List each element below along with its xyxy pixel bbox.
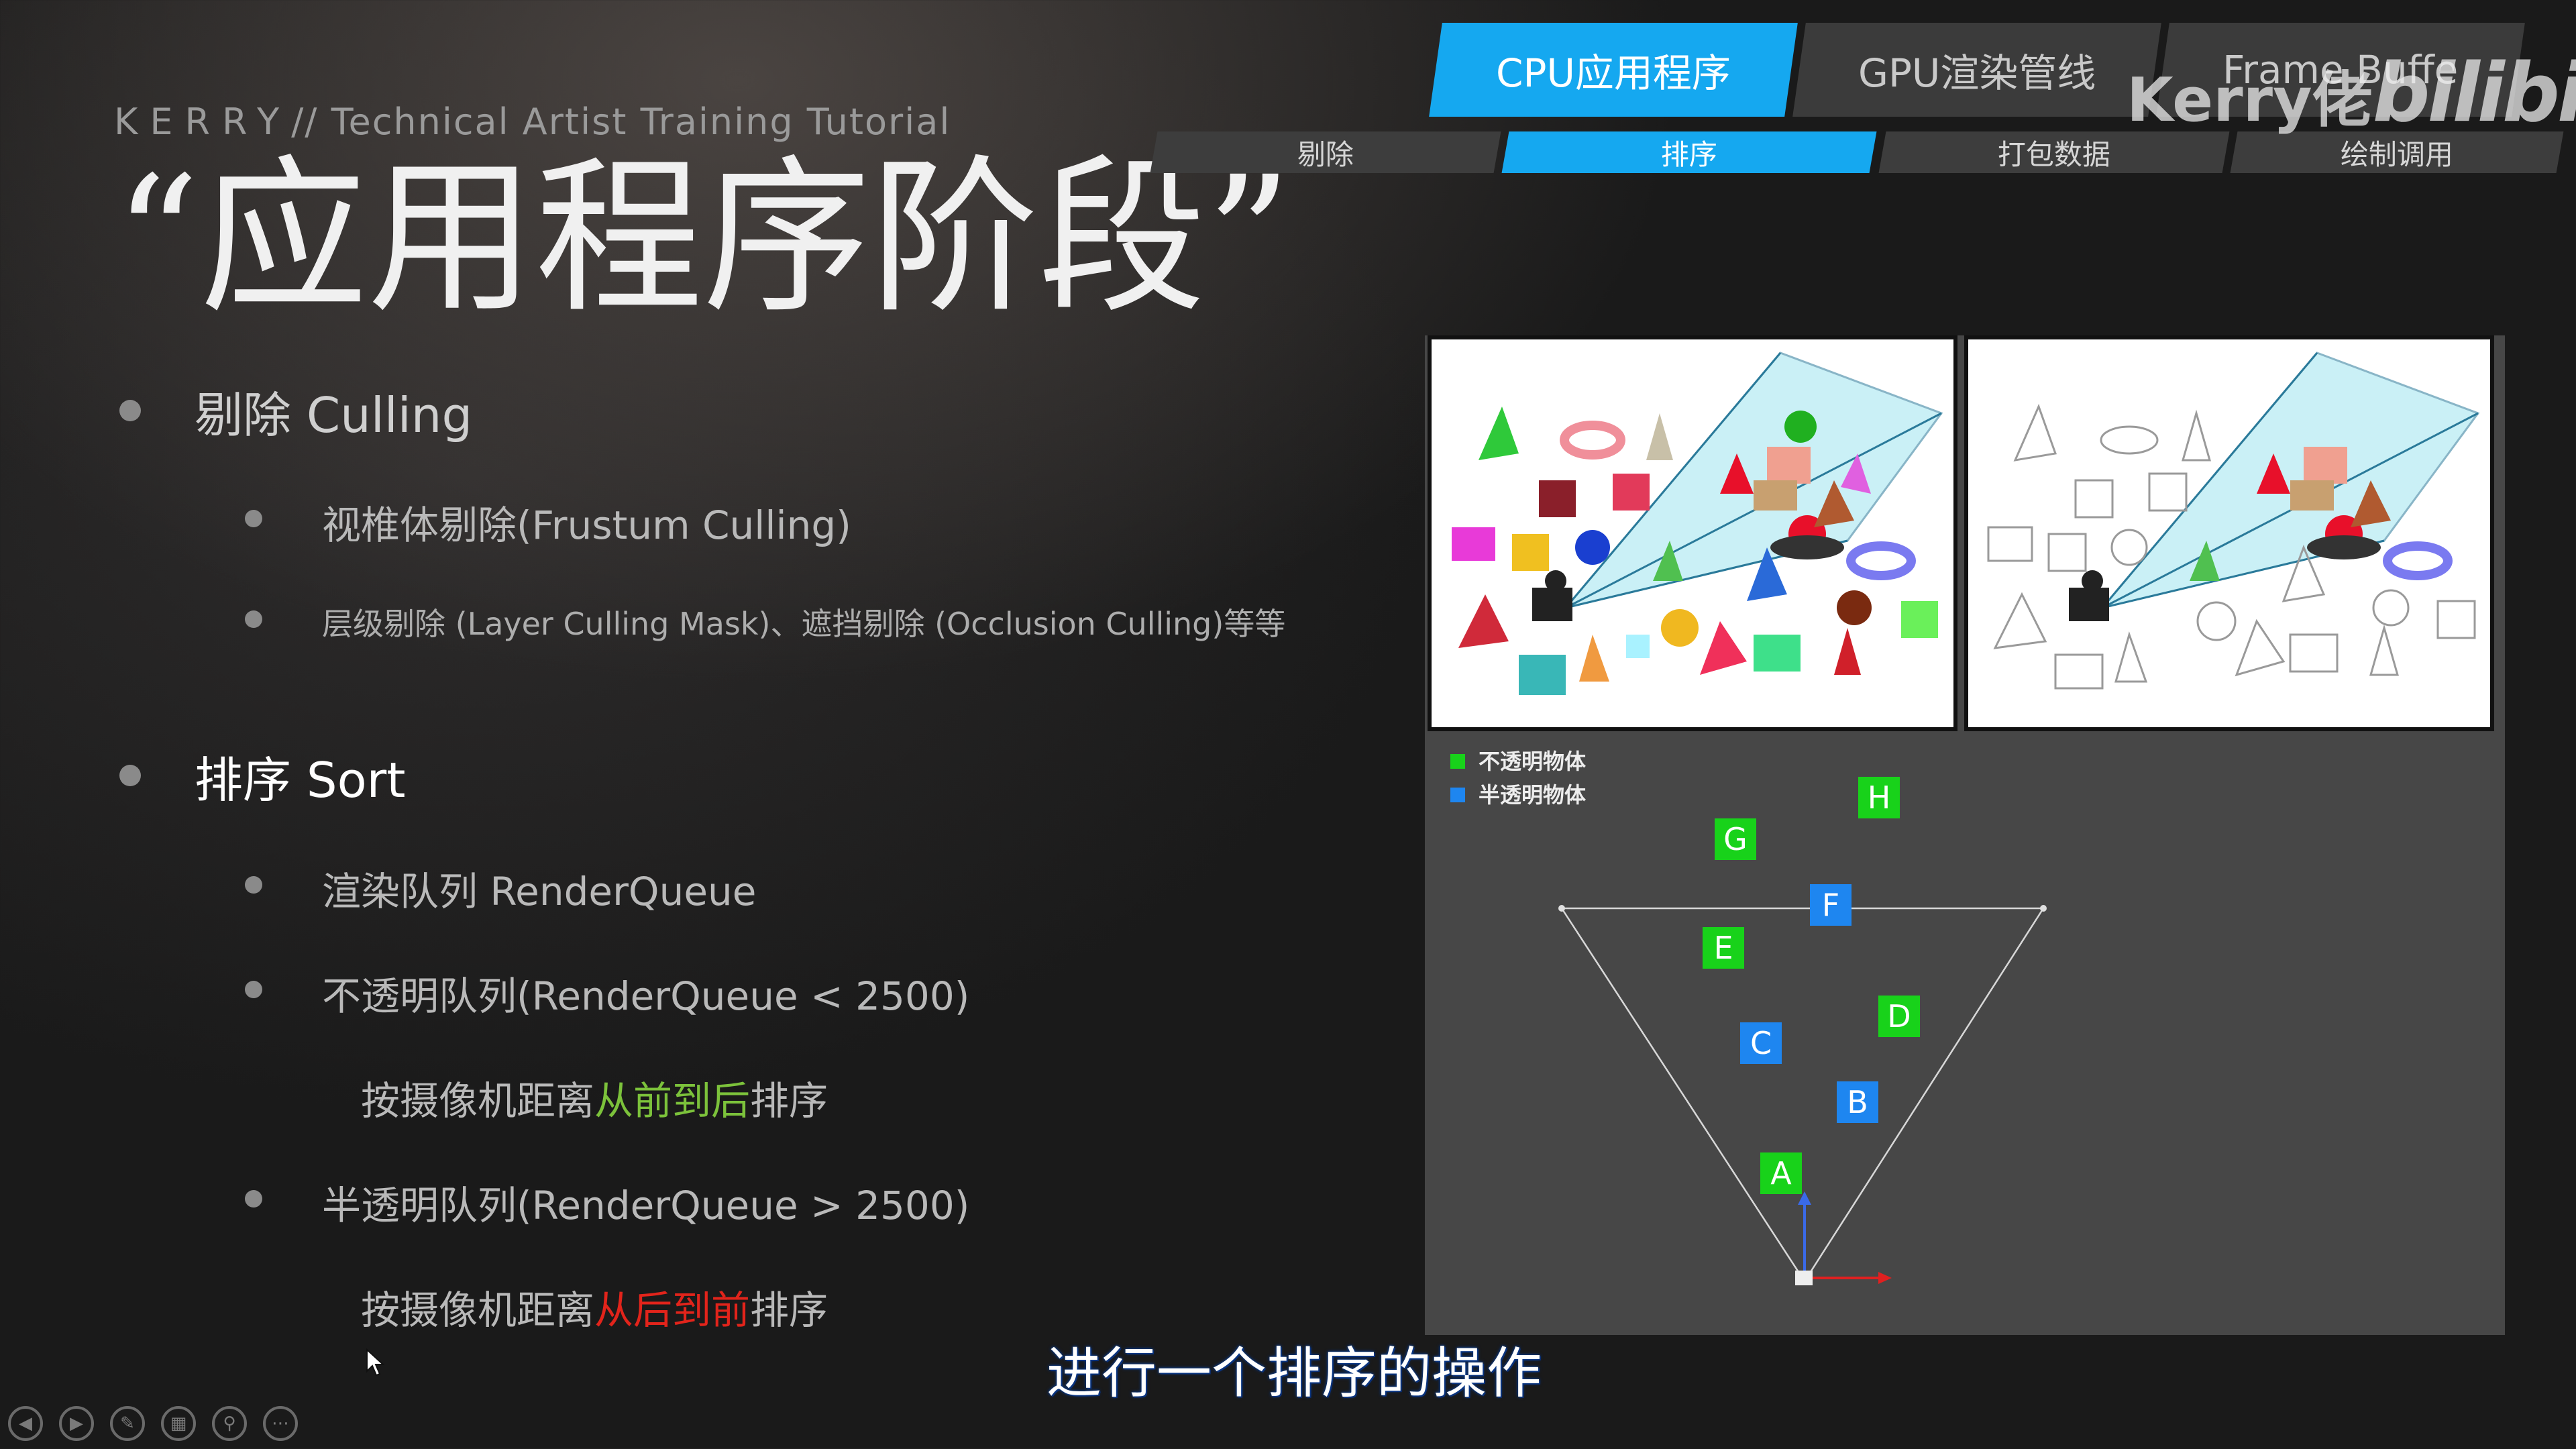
object-h-opaque: H bbox=[1858, 777, 1900, 818]
bilibili-logo: bilibili bbox=[2372, 47, 2576, 140]
bullet-culling: 剔除 Culling bbox=[195, 387, 473, 443]
subtab-sort[interactable]: 排序 bbox=[1501, 131, 1877, 173]
title-open-quote: “ bbox=[114, 140, 200, 335]
frustum-diagram bbox=[1558, 905, 2047, 1285]
mouse-cursor-icon bbox=[366, 1348, 385, 1377]
subtab-culling[interactable]: 剔除 bbox=[1150, 131, 1501, 173]
transparent-note-highlight: 从后到前 bbox=[594, 1287, 751, 1333]
bullet-dot bbox=[245, 981, 262, 998]
opaque-note-highlight: 从前到后 bbox=[594, 1078, 751, 1124]
object-g-opaque: G bbox=[1715, 818, 1756, 860]
opaque-note: 按摄像机距离从前到后排序 bbox=[361, 1069, 828, 1126]
subtab-label: 排序 bbox=[1660, 138, 1717, 171]
tab-gpu-pipeline[interactable]: GPU渲染管线 bbox=[1792, 23, 2161, 117]
object-e-opaque: E bbox=[1703, 927, 1744, 969]
tab-label: CPU应用程序 bbox=[1496, 50, 1731, 96]
course-name: // Technical Artist Training Tutorial bbox=[291, 101, 951, 143]
bullet-sort: 排序 Sort bbox=[195, 752, 406, 808]
bullet-dot bbox=[119, 400, 141, 421]
watermark: Kerry佬bilibili bbox=[2127, 47, 2576, 140]
watermark-name: Kerry佬 bbox=[2127, 65, 2373, 136]
bullet-dot bbox=[245, 610, 262, 628]
bullet-opaque: 不透明队列(RenderQueue < 2500) bbox=[322, 973, 970, 1019]
page-title: “应用程序阶段” bbox=[114, 154, 1292, 322]
previous-icon[interactable]: ◀ bbox=[8, 1406, 43, 1441]
subtab-label: 打包数据 bbox=[1997, 138, 2110, 171]
object-c-transparent: C bbox=[1740, 1022, 1782, 1064]
bullet-dot bbox=[119, 765, 141, 786]
object-f-transparent: F bbox=[1810, 884, 1851, 926]
opaque-note-text: 按摄像机距离 bbox=[361, 1078, 595, 1124]
more-icon[interactable]: ⋯ bbox=[263, 1406, 298, 1441]
slides-icon[interactable]: ▦ bbox=[161, 1406, 196, 1441]
title-text: 应用程序阶段 bbox=[199, 140, 1206, 335]
tab-label: GPU渲染管线 bbox=[1858, 50, 2096, 96]
object-d-opaque: D bbox=[1878, 996, 1920, 1037]
bullet-layer: 层级剔除 (Layer Culling Mask)、遮挡剔除 (Occlusio… bbox=[322, 606, 1286, 642]
pen-icon[interactable]: ✎ bbox=[110, 1406, 145, 1441]
object-a-opaque: A bbox=[1760, 1152, 1802, 1194]
sorting-figure: 不透明物体 半透明物体 H G F E D C B A bbox=[1425, 335, 2505, 1335]
course-heading: KERRY// Technical Artist Training Tutori… bbox=[114, 101, 951, 143]
bullet-dot bbox=[245, 510, 262, 527]
transparent-note-text: 排序 bbox=[750, 1287, 828, 1333]
tab-cpu-application[interactable]: CPU应用程序 bbox=[1429, 23, 1798, 117]
object-b-transparent: B bbox=[1837, 1081, 1878, 1123]
bullet-renderqueue: 渲染队列 RenderQueue bbox=[322, 869, 757, 914]
opaque-note-text: 排序 bbox=[750, 1078, 828, 1124]
transparent-note: 按摄像机距离从后到前排序 bbox=[361, 1279, 828, 1335]
transparent-note-text: 按摄像机距离 bbox=[361, 1287, 595, 1333]
bullet-dot bbox=[245, 1190, 262, 1208]
subtab-label: 剔除 bbox=[1297, 138, 1354, 171]
next-icon[interactable]: ▶ bbox=[59, 1406, 94, 1441]
bullet-dot bbox=[245, 876, 262, 894]
author-name: KERRY bbox=[114, 101, 292, 143]
bullet-frustum: 视椎体剔除(Frustum Culling) bbox=[322, 502, 851, 548]
zoom-icon[interactable]: ⚲ bbox=[212, 1406, 247, 1441]
video-subtitle: 进行一个排序的操作 bbox=[1046, 1342, 1542, 1405]
bullet-transparent: 半透明队列(RenderQueue > 2500) bbox=[322, 1183, 970, 1228]
